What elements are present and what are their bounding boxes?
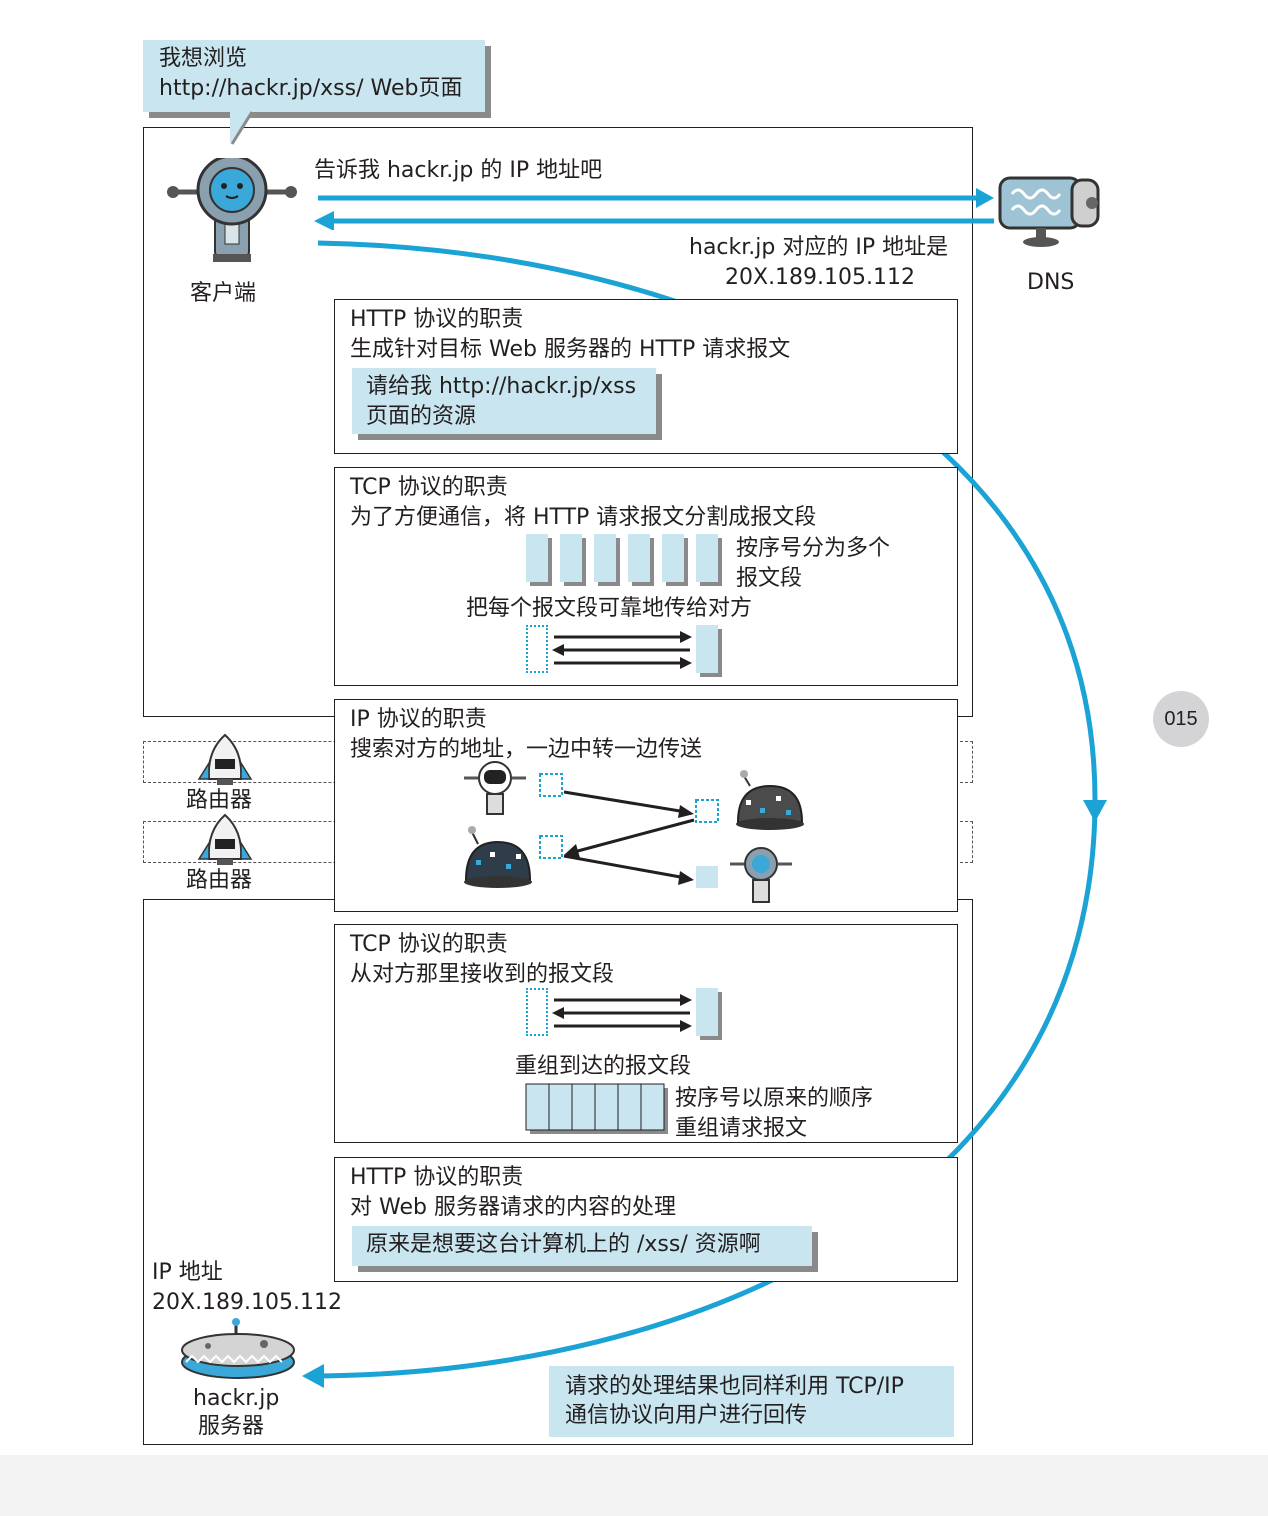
segment — [526, 534, 548, 582]
http-request-note-line-2: 页面的资源 — [366, 404, 477, 429]
handshake-arrows-client — [552, 631, 692, 669]
bubble-line-1: 我想浏览 — [159, 46, 248, 71]
server-name-line-1: hackr.jp — [193, 1386, 280, 1411]
page-number: 015 — [1153, 691, 1209, 747]
reliable-text: 把每个报文段可靠地传给对方 — [466, 596, 753, 621]
result-note-line-2: 通信协议向用户进行回传 — [565, 1403, 808, 1428]
tcp-client-title: TCP 协议的职责 — [350, 475, 508, 500]
handshake-arrows-server — [552, 994, 692, 1032]
split-text-line-1: 按序号分为多个 — [736, 536, 891, 561]
order-text-line-2: 重组请求报文 — [675, 1116, 808, 1141]
dns-label: DNS — [1027, 270, 1075, 295]
dns-request-arrow — [314, 188, 994, 230]
bubble-tail — [230, 110, 254, 145]
client-robot-icon — [167, 158, 297, 262]
http-request-note-line-1: 请给我 http://hackr.jp/xss — [366, 374, 637, 399]
dome-robot-icon — [736, 770, 804, 830]
http-client-title: HTTP 协议的职责 — [350, 307, 524, 332]
router-label-1: 路由器 — [186, 788, 253, 813]
client-speech-bubble: 我想浏览 http://hackr.jp/xss/ Web页面 — [143, 40, 485, 112]
small-robot-icon — [730, 847, 792, 903]
dns-answer-line-2: 20X.189.105.112 — [725, 265, 916, 290]
http-client-desc: 生成针对目标 Web 服务器的 HTTP 请求报文 — [350, 337, 791, 362]
dns-server-icon — [998, 176, 1100, 247]
segment — [696, 534, 718, 582]
small-robot-icon — [464, 761, 526, 815]
ip-title: IP 协议的职责 — [350, 707, 487, 732]
segment — [560, 534, 582, 582]
reassembled-message — [525, 1083, 668, 1134]
ip-relay-diagram — [464, 761, 804, 903]
bubble-line-2: http://hackr.jp/xss/ Web页面 — [159, 76, 463, 101]
http-server-note: 原来是想要这台计算机上的 /xss/ 资源啊 — [352, 1226, 812, 1266]
tcp-server-desc: 从对方那里接收到的报文段 — [350, 962, 615, 987]
server-ip-label: IP 地址 — [152, 1260, 223, 1285]
split-text-line-2: 报文段 — [736, 566, 803, 591]
reassemble-text: 重组到达的报文段 — [515, 1054, 692, 1079]
router-rocket-icon — [197, 733, 253, 785]
segment — [594, 534, 616, 582]
result-note: 请求的处理结果也同样利用 TCP/IP 通信协议向用户进行回传 — [549, 1366, 954, 1437]
http-request-note: 请给我 http://hackr.jp/xss 页面的资源 — [352, 368, 656, 434]
dns-answer-line-1: hackr.jp 对应的 IP 地址是 — [689, 235, 949, 260]
http-server-desc: 对 Web 服务器请求的内容的处理 — [350, 1195, 676, 1220]
receiver-segment — [696, 988, 718, 1036]
segment — [628, 534, 650, 582]
sender-segment — [526, 625, 548, 673]
segment — [662, 534, 684, 582]
order-text-line-1: 按序号以原来的顺序 — [675, 1086, 874, 1111]
tcp-server-title: TCP 协议的职责 — [350, 932, 508, 957]
client-label: 客户端 — [190, 281, 257, 306]
tcp-client-desc: 为了方便通信，将 HTTP 请求报文分割成报文段 — [350, 505, 817, 530]
result-note-line-1: 请求的处理结果也同样利用 TCP/IP — [565, 1374, 904, 1399]
server-ip-value: 20X.189.105.112 — [152, 1290, 343, 1315]
router-rocket-icon — [197, 813, 253, 865]
router-label-2: 路由器 — [186, 868, 253, 893]
sender-segment — [526, 988, 548, 1036]
receiver-segment — [696, 625, 718, 673]
curve-down-arrowhead — [1083, 800, 1107, 822]
http-server-title: HTTP 协议的职责 — [350, 1165, 524, 1190]
dome-robot-icon — [464, 826, 532, 888]
server-name-line-2: 服务器 — [198, 1414, 265, 1439]
web-server-icon — [181, 1318, 295, 1379]
